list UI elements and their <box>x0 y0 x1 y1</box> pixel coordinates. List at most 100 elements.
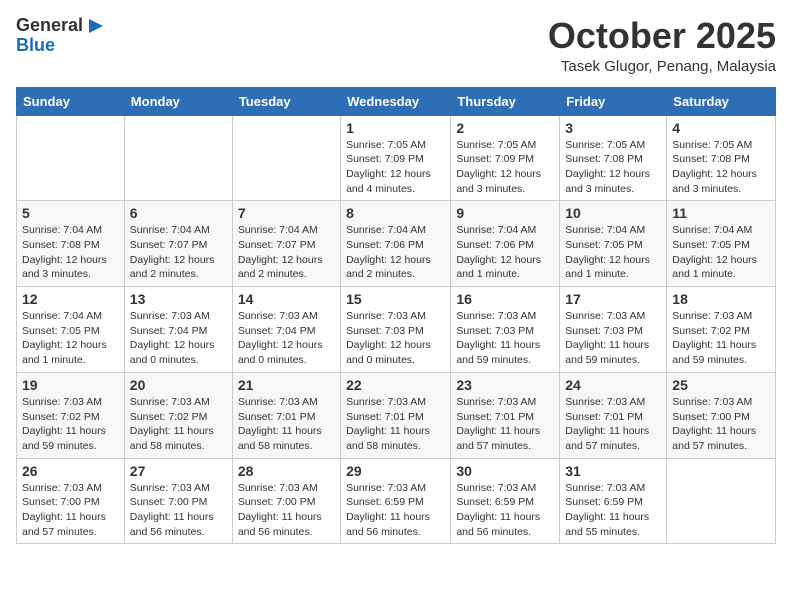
day-number: 25 <box>672 377 770 393</box>
day-info: Sunrise: 7:03 AM Sunset: 7:00 PM Dayligh… <box>672 395 770 454</box>
calendar-week-row: 5 Sunrise: 7:04 AM Sunset: 7:08 PM Daylig… <box>17 201 776 287</box>
day-info: Sunrise: 7:03 AM Sunset: 7:01 PM Dayligh… <box>346 395 445 454</box>
calendar-cell: 21Sunrise: 7:03 AM Sunset: 7:01 PM Dayli… <box>232 372 340 458</box>
logo-blue-text: Blue <box>16 35 55 55</box>
calendar-cell: 10 Sunrise: 7:04 AM Sunset: 7:05 PM Dayli… <box>560 201 667 287</box>
calendar-cell: 24 Sunrise: 7:03 AM Sunset: 7:01 PM Dayli… <box>560 372 667 458</box>
day-number: 19 <box>22 377 119 393</box>
calendar-cell: 23 Sunrise: 7:03 AM Sunset: 7:01 PM Dayli… <box>451 372 560 458</box>
day-number: 10 <box>565 205 661 221</box>
logo-icon <box>85 17 103 35</box>
day-number: 1 <box>346 120 445 136</box>
day-info: Sunrise: 7:03 AM Sunset: 7:00 PM Dayligh… <box>238 481 335 540</box>
day-number: 28 <box>238 463 335 479</box>
day-info: Sunrise: 7:03 AM Sunset: 7:01 PM Dayligh… <box>565 395 661 454</box>
calendar-cell: 30 Sunrise: 7:03 AM Sunset: 6:59 PM Dayli… <box>451 458 560 544</box>
day-number: 7 <box>238 205 335 221</box>
calendar-week-row: 19Sunrise: 7:03 AM Sunset: 7:02 PM Dayli… <box>17 372 776 458</box>
day-info: Sunrise: 7:04 AM Sunset: 7:05 PM Dayligh… <box>565 223 661 282</box>
day-info: Sunrise: 7:03 AM Sunset: 7:00 PM Dayligh… <box>22 481 119 540</box>
calendar-cell: 20Sunrise: 7:03 AM Sunset: 7:02 PM Dayli… <box>124 372 232 458</box>
day-info: Sunrise: 7:05 AM Sunset: 7:08 PM Dayligh… <box>565 138 661 197</box>
calendar-cell: 5 Sunrise: 7:04 AM Sunset: 7:08 PM Daylig… <box>17 201 125 287</box>
day-info: Sunrise: 7:03 AM Sunset: 7:03 PM Dayligh… <box>346 309 445 368</box>
day-info: Sunrise: 7:04 AM Sunset: 7:07 PM Dayligh… <box>238 223 335 282</box>
day-number: 11 <box>672 205 770 221</box>
calendar-cell <box>232 115 340 201</box>
day-number: 29 <box>346 463 445 479</box>
day-number: 22 <box>346 377 445 393</box>
day-number: 18 <box>672 291 770 307</box>
day-number: 30 <box>456 463 554 479</box>
day-number: 24 <box>565 377 661 393</box>
day-info: Sunrise: 7:03 AM Sunset: 7:03 PM Dayligh… <box>565 309 661 368</box>
calendar-cell: 15 Sunrise: 7:03 AM Sunset: 7:03 PM Dayli… <box>341 287 451 373</box>
calendar-cell: 13 Sunrise: 7:03 AM Sunset: 7:04 PM Dayli… <box>124 287 232 373</box>
calendar-cell: 28 Sunrise: 7:03 AM Sunset: 7:00 PM Dayli… <box>232 458 340 544</box>
day-info: Sunrise: 7:04 AM Sunset: 7:06 PM Dayligh… <box>456 223 554 282</box>
calendar-cell <box>124 115 232 201</box>
calendar-cell: 29 Sunrise: 7:03 AM Sunset: 6:59 PM Dayli… <box>341 458 451 544</box>
calendar-cell: 19Sunrise: 7:03 AM Sunset: 7:02 PM Dayli… <box>17 372 125 458</box>
calendar-cell: 1 Sunrise: 7:05 AM Sunset: 7:09 PM Daylig… <box>341 115 451 201</box>
logo: General Blue <box>16 16 103 56</box>
title-block: October 2025 Tasek Glugor, Penang, Malay… <box>548 16 776 75</box>
day-info: Sunrise: 7:03 AM Sunset: 7:04 PM Dayligh… <box>238 309 335 368</box>
calendar-cell: 7 Sunrise: 7:04 AM Sunset: 7:07 PM Daylig… <box>232 201 340 287</box>
day-number: 9 <box>456 205 554 221</box>
calendar-cell: 6Sunrise: 7:04 AM Sunset: 7:07 PM Daylig… <box>124 201 232 287</box>
calendar-cell: 18 Sunrise: 7:03 AM Sunset: 7:02 PM Dayli… <box>667 287 776 373</box>
day-of-week-header: Sunday <box>17 87 125 115</box>
day-number: 13 <box>130 291 227 307</box>
calendar-cell: 3 Sunrise: 7:05 AM Sunset: 7:08 PM Daylig… <box>560 115 667 201</box>
calendar-cell <box>667 458 776 544</box>
day-info: Sunrise: 7:04 AM Sunset: 7:08 PM Dayligh… <box>22 223 119 282</box>
day-number: 4 <box>672 120 770 136</box>
day-info: Sunrise: 7:03 AM Sunset: 7:01 PM Dayligh… <box>456 395 554 454</box>
day-number: 12 <box>22 291 119 307</box>
calendar-header-row: SundayMondayTuesdayWednesdayThursdayFrid… <box>17 87 776 115</box>
day-number: 20 <box>130 377 227 393</box>
day-info: Sunrise: 7:03 AM Sunset: 7:04 PM Dayligh… <box>130 309 227 368</box>
day-info: Sunrise: 7:03 AM Sunset: 7:02 PM Dayligh… <box>672 309 770 368</box>
day-info: Sunrise: 7:05 AM Sunset: 7:09 PM Dayligh… <box>346 138 445 197</box>
day-number: 15 <box>346 291 445 307</box>
day-number: 31 <box>565 463 661 479</box>
day-info: Sunrise: 7:04 AM Sunset: 7:05 PM Dayligh… <box>672 223 770 282</box>
calendar-cell: 22 Sunrise: 7:03 AM Sunset: 7:01 PM Dayli… <box>341 372 451 458</box>
day-number: 2 <box>456 120 554 136</box>
calendar-cell: 17 Sunrise: 7:03 AM Sunset: 7:03 PM Dayli… <box>560 287 667 373</box>
logo-general-text: General <box>16 16 83 36</box>
day-of-week-header: Monday <box>124 87 232 115</box>
calendar-cell: 2 Sunrise: 7:05 AM Sunset: 7:09 PM Daylig… <box>451 115 560 201</box>
day-of-week-header: Wednesday <box>341 87 451 115</box>
calendar-cell: 27Sunrise: 7:03 AM Sunset: 7:00 PM Dayli… <box>124 458 232 544</box>
day-info: Sunrise: 7:04 AM Sunset: 7:07 PM Dayligh… <box>130 223 227 282</box>
calendar: SundayMondayTuesdayWednesdayThursdayFrid… <box>16 87 776 545</box>
calendar-cell: 8Sunrise: 7:04 AM Sunset: 7:06 PM Daylig… <box>341 201 451 287</box>
day-info: Sunrise: 7:03 AM Sunset: 6:59 PM Dayligh… <box>456 481 554 540</box>
day-number: 17 <box>565 291 661 307</box>
header: General Blue October 2025 Tasek Glugor, … <box>16 16 776 75</box>
calendar-cell: 4 Sunrise: 7:05 AM Sunset: 7:08 PM Daylig… <box>667 115 776 201</box>
calendar-cell: 9 Sunrise: 7:04 AM Sunset: 7:06 PM Daylig… <box>451 201 560 287</box>
day-of-week-header: Saturday <box>667 87 776 115</box>
calendar-cell: 12Sunrise: 7:04 AM Sunset: 7:05 PM Dayli… <box>17 287 125 373</box>
location: Tasek Glugor, Penang, Malaysia <box>548 58 776 75</box>
day-number: 3 <box>565 120 661 136</box>
day-info: Sunrise: 7:03 AM Sunset: 7:00 PM Dayligh… <box>130 481 227 540</box>
calendar-cell: 31Sunrise: 7:03 AM Sunset: 6:59 PM Dayli… <box>560 458 667 544</box>
day-info: Sunrise: 7:03 AM Sunset: 6:59 PM Dayligh… <box>346 481 445 540</box>
month-title: October 2025 <box>548 16 776 56</box>
day-info: Sunrise: 7:03 AM Sunset: 7:01 PM Dayligh… <box>238 395 335 454</box>
day-number: 8 <box>346 205 445 221</box>
calendar-cell: 11 Sunrise: 7:04 AM Sunset: 7:05 PM Dayli… <box>667 201 776 287</box>
calendar-week-row: 1 Sunrise: 7:05 AM Sunset: 7:09 PM Daylig… <box>17 115 776 201</box>
day-number: 5 <box>22 205 119 221</box>
day-number: 23 <box>456 377 554 393</box>
calendar-week-row: 12Sunrise: 7:04 AM Sunset: 7:05 PM Dayli… <box>17 287 776 373</box>
calendar-cell: 26Sunrise: 7:03 AM Sunset: 7:00 PM Dayli… <box>17 458 125 544</box>
day-info: Sunrise: 7:05 AM Sunset: 7:09 PM Dayligh… <box>456 138 554 197</box>
day-info: Sunrise: 7:05 AM Sunset: 7:08 PM Dayligh… <box>672 138 770 197</box>
calendar-cell <box>17 115 125 201</box>
